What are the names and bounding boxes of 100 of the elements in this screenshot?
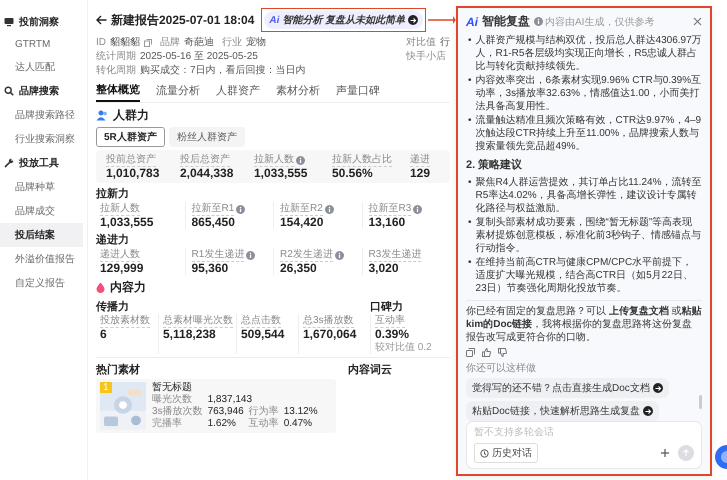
metric-label: 行为率 [248,406,279,418]
info-icon [246,250,256,260]
stat-label: 拉新至R2 [280,202,323,216]
stat-label: 互动率 [375,314,405,328]
sidebar-group[interactable]: 品牌搜索 [0,79,87,103]
metric-label: 3s播放次数 [152,406,203,418]
report-title: 新建报告2025-07-01 18:04 [111,12,254,28]
stat-label: 总3s播放数 [303,314,354,328]
stat-value: 154,420 [280,216,324,229]
metric-value: 763,946 [208,406,244,418]
info-icon [413,204,422,214]
sidebar-item[interactable]: 自定义报告 [0,271,83,295]
tab[interactable]: 流量分析 [156,80,200,102]
info-icon [334,250,344,260]
copy-icon[interactable] [144,38,152,46]
thumbs-up-icon[interactable] [482,348,491,357]
meta-label: 对比值 [406,36,436,49]
scrollbar-thumb[interactable] [699,395,702,409]
panel-notice: 内容由AI生成，仅供参考 [545,16,654,28]
bullet-text: 内容效率突出，6条素材实现9.96% CTR与0.39%互动率，3s播放率32.63%，情感值达1.00，小而美打法具备高复用性。 [476,74,702,113]
meta-value: 2025-05-16 至 2025-05-25 [140,50,258,63]
history-button[interactable]: 历史对话 [474,443,538,463]
meta-label: 行业 [222,36,242,49]
tab[interactable]: 声量口碑 [336,80,380,102]
copy-icon[interactable] [466,348,475,357]
history-icon [480,448,489,458]
info-icon [534,17,543,26]
tab[interactable]: 素材分析 [276,80,320,102]
metric-value: 1,837,143 [208,394,254,406]
sidebar-item[interactable]: 投后结案 [0,223,83,247]
bullet-text: 人群资产规模与结构双优，投后总人群达4306.97万人，R1-R5各层级均实现正向增长，R5忠诚人群占比与转化贡献持续领先。 [476,34,702,73]
meta-value: 奇葩迪 [184,36,214,49]
bullet-mark: • [468,176,472,190]
assistant-float-icon[interactable] [714,444,727,470]
sidebar-item[interactable]: 行业搜索洞察 [0,127,83,151]
plus-icon[interactable] [660,448,670,458]
stat-value: 1,670,064 [303,328,358,341]
sidebar-item[interactable]: 品牌种草 [0,175,83,199]
segment-button[interactable]: 5R人群资产 [96,127,165,147]
stat-value: 6 [100,328,108,341]
sidebar-group[interactable]: 投前洞察 [0,10,87,34]
sidebar-item[interactable]: 达人匹配 [0,55,83,79]
tab[interactable]: 整体概览 [96,80,140,102]
meta-value: 购买成交：7日内，看后回搜：当日内 [140,64,306,77]
stat-value: 3,020 [368,262,400,275]
stat-label: 递进人数 [100,248,140,262]
sidebar-item[interactable]: 品牌搜索路径 [0,103,83,127]
metric-label: 完播率 [152,418,183,430]
thumbs-down-icon[interactable] [498,348,507,357]
drop-icon [96,282,105,293]
bullet-mark: • [468,114,472,128]
sidebar-item[interactable]: 外溢价值报告 [0,247,83,271]
info-icon [236,204,246,214]
suggestion-chip[interactable]: 粘贴Doc链接，快速解析思路生成复盘 [466,401,659,421]
bullet-mark: • [468,216,472,230]
stat-value: 1,033,555 [254,167,308,180]
bullet-text: 流量触达精准且频次策略有效，CTR达9.97%，4–9次触达段CTR持续上升至11.00%，品牌搜索人数与搜索量领先竞品超49%。 [476,114,702,153]
stat-label: R1发生递进 [192,248,244,262]
send-icon [682,449,690,457]
suggestion-chip[interactable]: 觉得写的还不错？点击直接生成Doc文档 [466,378,669,398]
panel-title: 智能复盘 [482,13,530,30]
metric-label: 曝光次数 [152,394,193,406]
stat-label: 拉新人数 [254,153,294,167]
monitor-icon [4,17,14,27]
subsection-title: 传播力 [96,300,130,314]
stat-label: 投前总资产 [106,153,156,167]
arrow-icon [652,383,663,393]
stat-note: 较对比值 0.2 [375,341,433,354]
stat-value: 129,999 [100,262,144,275]
metric-value: 1.62% [208,418,237,430]
bullet-mark: • [468,34,472,48]
wrench-icon [4,158,14,168]
section-title: 内容力 [110,279,146,296]
stat-label: 拉新至R3 [368,202,412,216]
material-card[interactable]: 1 暂无标题 曝光次数 1,837,143 3s播放次数 763,946 行为率 13.12% 完播率 1.62% 互动率 0.47% [96,379,336,433]
tab[interactable]: 人群资产 [216,80,260,102]
bullet-text: 聚焦R4人群运营提效，其订单占比11.24%，流转至R5率达4.02%，具备高增长弹性，建议设计专属转化路径与权益激励。 [476,176,702,215]
segment-button[interactable]: 粉丝人群资产 [168,127,245,147]
stat-label: 拉新人数占比 [332,153,392,167]
stat-value: 2,044,338 [180,167,234,180]
metric-label: 互动率 [248,418,279,430]
bullet-text: 复制头部素材成功要素，围绕“暂无标题”等高表现素材提炼创意模板，标准化前3秒钩子、情感锚点与行动指令。 [476,216,702,255]
arrow-icon [408,15,418,25]
subsection-title: 拉新力 [96,186,130,201]
stat-label: 拉新至R1 [192,202,234,216]
stat-label: 总点击数 [241,314,281,328]
meta-label: 统计周期 [96,50,136,63]
subsection-title: 热门素材 [96,362,141,377]
bullet-mark: • [468,256,472,270]
ai-analysis-badge[interactable]: Ai 智能分析 复盘从未如此简单 [264,11,424,29]
sidebar-item[interactable]: 品牌成交 [0,199,83,223]
info-icon [296,156,305,164]
close-icon[interactable] [693,17,702,26]
rank-badge: 1 [100,382,112,393]
sidebar-group[interactable]: 投放工具 [0,151,87,175]
back-arrow-icon[interactable] [96,15,107,25]
sidebar-item[interactable]: GTRTM [0,34,83,55]
stat-value: 5,118,238 [163,328,217,341]
message-input[interactable]: 暂不支持多轮会话 历史对话 [466,421,702,469]
stat-value: 509,544 [241,328,286,341]
